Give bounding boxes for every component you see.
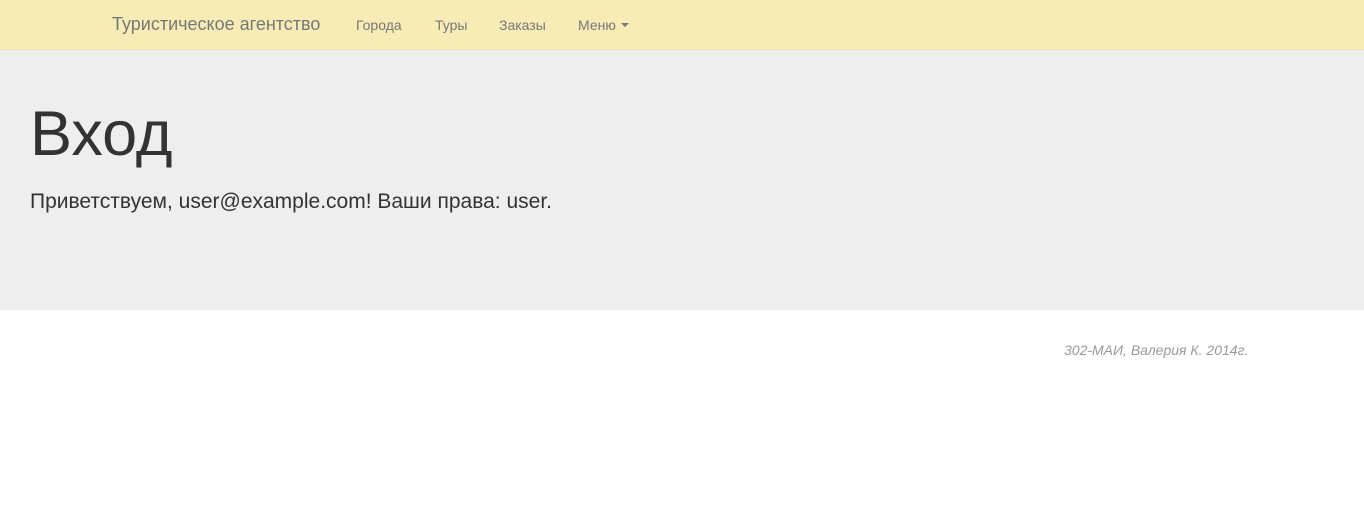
nav-menu-label: Меню: [578, 17, 616, 33]
nav-menu-dropdown[interactable]: Меню: [578, 17, 629, 33]
nav-item-tours[interactable]: Туры: [435, 17, 467, 33]
page-title: Вход: [30, 99, 173, 169]
nav-item-orders[interactable]: Заказы: [499, 17, 546, 33]
nav-item-cities[interactable]: Города: [356, 17, 402, 33]
top-navbar: Туристическое агентство Города Туры Зака…: [0, 0, 1364, 50]
jumbotron: Вход Приветствуем, user@example.com! Ваш…: [0, 50, 1364, 310]
footer-credits: 302-МАИ, Валерия К. 2014г.: [1064, 342, 1249, 358]
brand-link[interactable]: Туристическое агентство: [112, 14, 320, 35]
caret-down-icon: [620, 23, 629, 28]
greeting-text: Приветствуем, user@example.com! Ваши пра…: [30, 190, 552, 213]
